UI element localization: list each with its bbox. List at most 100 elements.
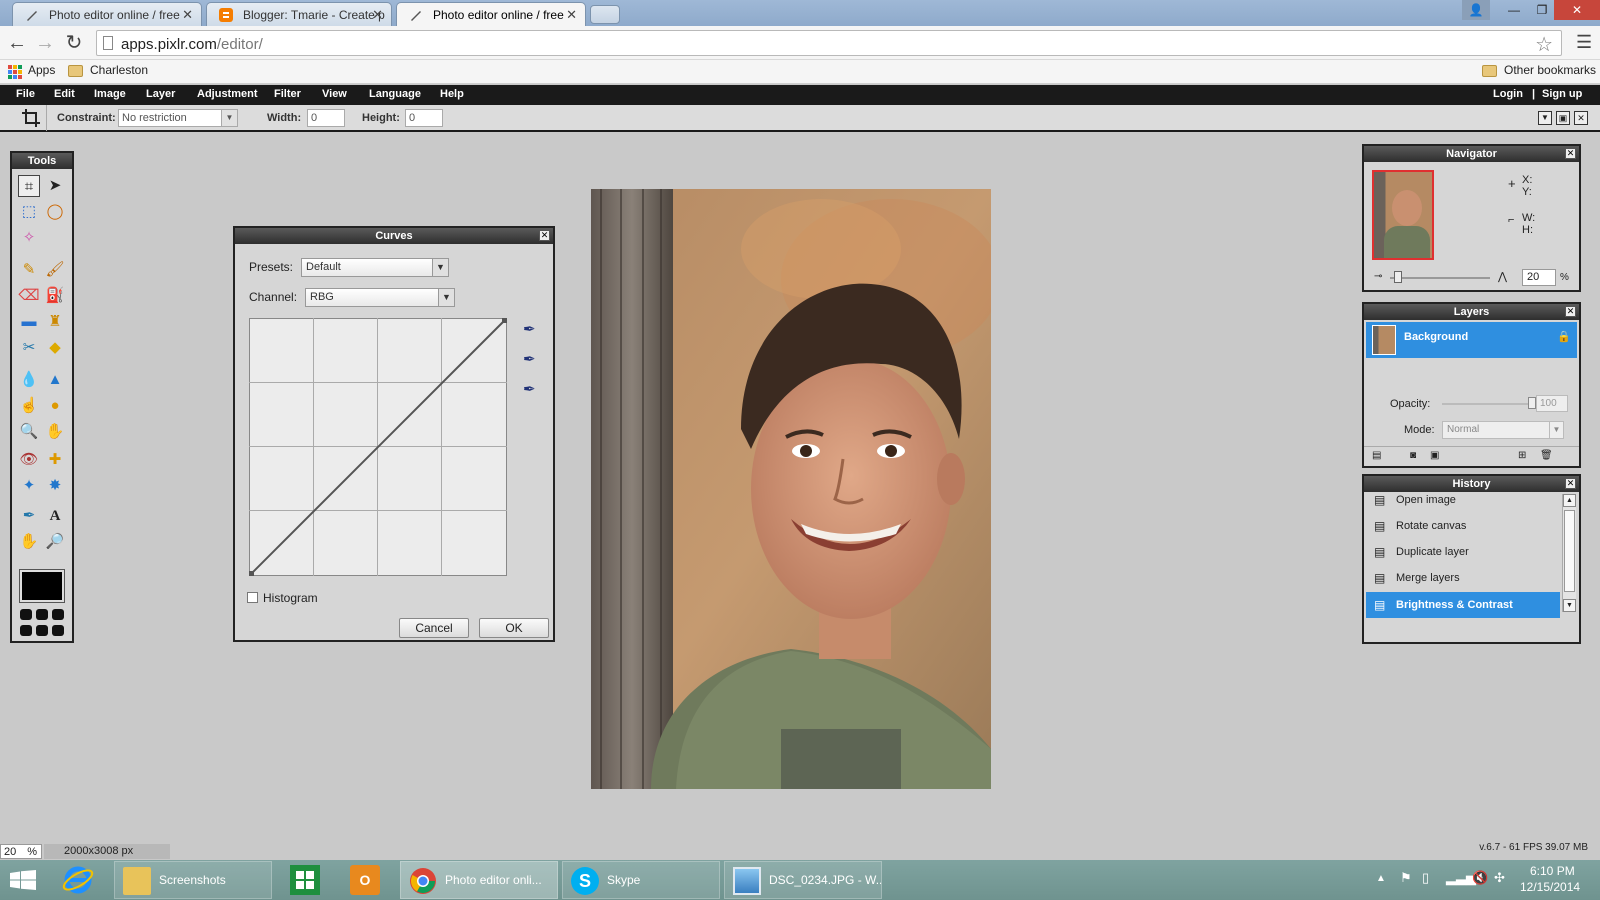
opacity-slider[interactable]: [1442, 397, 1536, 409]
view-mode-button[interactable]: [36, 609, 48, 620]
scroll-down-icon[interactable]: ▼: [1563, 599, 1576, 612]
move-tool-icon[interactable]: ➤: [44, 175, 66, 197]
action-center-icon[interactable]: ⚑: [1400, 870, 1412, 886]
new-tab-button[interactable]: [590, 5, 620, 24]
login-link[interactable]: Login: [1493, 88, 1523, 100]
magic-wand-icon[interactable]: ✧: [18, 227, 40, 249]
taskbar-screenshots[interactable]: Screenshots: [114, 861, 272, 899]
presets-select[interactable]: Default ▼: [301, 258, 449, 277]
history-item[interactable]: ▤ Duplicate layer: [1366, 540, 1560, 564]
close-app-icon[interactable]: ✕: [1574, 111, 1588, 125]
bookmark-star-icon[interactable]: ☆: [1535, 32, 1553, 57]
channel-select[interactable]: RBG ▼: [305, 288, 455, 307]
sharpen-tool-icon[interactable]: ▲: [44, 369, 66, 391]
store-icon[interactable]: [290, 865, 320, 895]
scroll-up-icon[interactable]: ▲: [1563, 494, 1576, 507]
gradient-tool-icon[interactable]: ▬: [18, 311, 40, 333]
menu-layer[interactable]: Layer: [146, 88, 175, 100]
restore-button[interactable]: ❐: [1528, 0, 1556, 20]
pencil-tool-icon[interactable]: ✎: [18, 259, 40, 281]
back-button[interactable]: ←: [6, 32, 28, 54]
brush-tool-icon[interactable]: 🖌: [44, 259, 66, 281]
close-icon[interactable]: ✕: [1565, 306, 1576, 317]
history-item[interactable]: ▤ Merge layers: [1366, 566, 1560, 590]
eyedropper-white-icon[interactable]: ✒: [523, 320, 536, 338]
layer-styles-icon[interactable]: ▣: [1430, 450, 1439, 461]
windows-start-icon[interactable]: [10, 870, 36, 890]
signup-link[interactable]: Sign up: [1542, 88, 1582, 100]
close-tab-icon[interactable]: ✕: [566, 7, 577, 23]
show-hidden-icons[interactable]: ▲: [1376, 873, 1386, 884]
outlook-icon[interactable]: O: [350, 865, 380, 895]
taskbar-skype[interactable]: S Skype: [562, 861, 720, 899]
taskbar-photo-viewer[interactable]: DSC_0234.JPG - W...: [724, 861, 882, 899]
trash-icon[interactable]: 🗑: [1540, 450, 1553, 461]
blur-tool-icon[interactable]: 💧: [18, 369, 40, 391]
foreground-color-swatch[interactable]: [19, 569, 65, 603]
cancel-button[interactable]: Cancel: [399, 618, 469, 638]
constraint-select[interactable]: No restriction ▼: [118, 109, 238, 127]
menu-filter[interactable]: Filter: [274, 88, 301, 100]
minimize-button[interactable]: —: [1500, 0, 1528, 20]
zoom-out-icon[interactable]: ⊸: [1374, 271, 1382, 282]
zoom-slider-thumb[interactable]: [1394, 271, 1402, 283]
hand-tool-icon[interactable]: ✋: [18, 531, 40, 553]
eraser-tool-icon[interactable]: ⌫: [18, 285, 40, 307]
browser-tab-1[interactable]: Photo editor online / free ✕: [12, 2, 202, 26]
reload-button[interactable]: ↻: [63, 32, 85, 54]
stamp-tool-icon[interactable]: ♜: [44, 311, 66, 333]
zoom-in-icon[interactable]: ⋀: [1498, 270, 1507, 283]
internet-explorer-icon[interactable]: [62, 864, 98, 896]
crop-tool-icon[interactable]: ⌗: [18, 175, 40, 197]
opacity-field[interactable]: 100: [1536, 395, 1568, 412]
burn-tool-icon[interactable]: ✋: [44, 421, 66, 443]
lock-icon[interactable]: 🔒: [1557, 330, 1571, 343]
menu-help[interactable]: Help: [440, 88, 464, 100]
width-field[interactable]: 0: [307, 109, 345, 127]
browser-tab-2[interactable]: Blogger: Tmarie - Create p ✕: [206, 2, 392, 26]
zoom-tool-icon[interactable]: 🔎: [44, 531, 66, 553]
type-tool-icon[interactable]: A: [44, 505, 66, 527]
eyedropper-black-icon[interactable]: ✒: [523, 380, 536, 398]
color-picker-icon[interactable]: ✒: [18, 505, 40, 527]
curves-graph[interactable]: [249, 318, 507, 576]
history-item-selected[interactable]: ▤ Brightness & Contrast: [1366, 592, 1560, 618]
menu-language[interactable]: Language: [369, 88, 421, 100]
view-mode-button[interactable]: [36, 624, 48, 636]
ok-button[interactable]: OK: [479, 618, 549, 638]
menu-image[interactable]: Image: [94, 88, 126, 100]
chrome-menu-icon[interactable]: ☰: [1576, 32, 1592, 53]
bookmark-folder-charleston[interactable]: Charleston: [68, 63, 148, 77]
view-mode-button[interactable]: [20, 624, 32, 636]
close-icon[interactable]: ✕: [539, 230, 550, 241]
shape-tool-icon[interactable]: ◆: [44, 337, 66, 359]
blend-mode-select[interactable]: Normal ▼: [1442, 421, 1564, 439]
layer-settings-icon[interactable]: ▤: [1372, 450, 1381, 461]
eyedropper-gray-icon[interactable]: ✒: [523, 350, 536, 368]
pinch-tool-icon[interactable]: ✸: [44, 475, 66, 497]
volume-muted-icon[interactable]: 🔇: [1472, 870, 1488, 886]
new-layer-icon[interactable]: ⊞: [1518, 450, 1526, 461]
bookmark-apps[interactable]: Apps: [8, 63, 55, 79]
close-tab-icon[interactable]: ✕: [372, 7, 383, 23]
spot-heal-icon[interactable]: ✚: [44, 449, 66, 471]
bucket-tool-icon[interactable]: ⛽: [44, 285, 66, 307]
user-icon[interactable]: 👤: [1462, 0, 1490, 20]
browser-tab-3[interactable]: Photo editor online / free ✕: [396, 2, 586, 26]
opacity-slider-thumb[interactable]: [1528, 397, 1536, 409]
layer-mask-icon[interactable]: ◙: [1410, 450, 1416, 461]
clock-date[interactable]: 12/15/2014: [1520, 880, 1580, 894]
zoom-field[interactable]: 20: [1522, 269, 1556, 286]
view-mode-button[interactable]: [20, 609, 32, 620]
address-bar[interactable]: apps.pixlr.com/editor/ ☆: [96, 30, 1562, 56]
collapse-icon[interactable]: ▼: [1538, 111, 1552, 125]
menu-file[interactable]: File: [16, 88, 35, 100]
fullscreen-icon[interactable]: ▣: [1556, 111, 1570, 125]
status-zoom-field[interactable]: 20 %: [0, 844, 42, 859]
bookmark-other[interactable]: Other bookmarks: [1482, 63, 1596, 77]
history-scrollbar[interactable]: ▲ ▼: [1562, 494, 1576, 612]
smudge-tool-icon[interactable]: ☝: [18, 395, 40, 417]
menu-view[interactable]: View: [322, 88, 347, 100]
lasso-tool-icon[interactable]: ◯: [44, 201, 66, 223]
red-eye-icon[interactable]: 👁: [18, 449, 40, 471]
